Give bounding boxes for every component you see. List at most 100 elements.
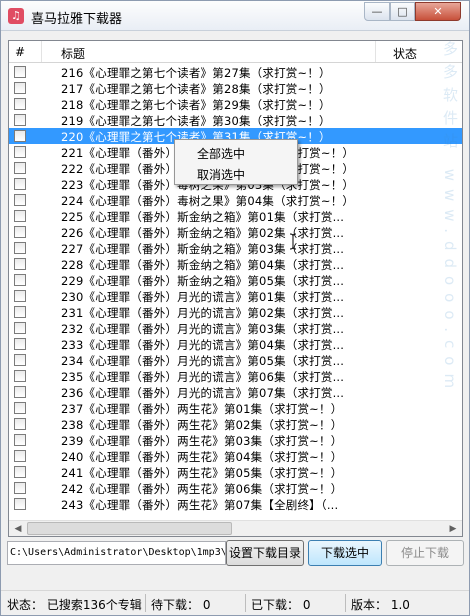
list-item[interactable]: 240《心理罪（番外）两生花》第04集（求打赏~！） (9, 448, 462, 464)
list-item[interactable]: 234《心理罪（番外）月光的谎言》第05集（求打赏... (9, 352, 462, 368)
row-checkbox[interactable] (14, 306, 26, 318)
track-title: 232《心理罪（番外）月光的谎言》第03集（求打赏... (61, 322, 345, 336)
list-item[interactable]: 227《心理罪（番外）斯金纳之箱》第03集（求打赏... (9, 240, 462, 256)
row-checkbox[interactable] (14, 386, 26, 398)
row-checkbox[interactable] (14, 226, 26, 238)
column-header-status[interactable]: 状态 (393, 45, 417, 62)
row-checkbox[interactable] (14, 498, 26, 510)
version-text: 版本： 1.0 (351, 598, 410, 612)
scrollbar-thumb[interactable] (27, 522, 232, 535)
list-item[interactable]: 239《心理罪（番外）两生花》第03集（求打赏~！） (9, 432, 462, 448)
status-divider (345, 594, 346, 612)
close-icon: ✕ (433, 5, 443, 18)
track-title: 240《心理罪（番外）两生花》第04集（求打赏~！） (61, 450, 343, 464)
list-item[interactable]: 230《心理罪（番外）月光的谎言》第01集（求打赏... (9, 288, 462, 304)
track-title: 243《心理罪（番外）两生花》第07集【全剧终】（... (61, 498, 339, 512)
list-item[interactable]: 225《心理罪（番外）斯金纳之箱》第01集（求打赏... (9, 208, 462, 224)
list-item[interactable]: 228《心理罪（番外）斯金纳之箱》第04集（求打赏... (9, 256, 462, 272)
scroll-right-icon[interactable]: ▶ (445, 522, 461, 536)
menu-item-deselect[interactable]: 取消选中 (197, 166, 245, 183)
list-item[interactable]: 217《心理罪之第七个读者》第28集（求打赏~！） (9, 80, 462, 96)
row-checkbox[interactable] (14, 354, 26, 366)
text-cursor-icon (289, 233, 297, 250)
list-item[interactable]: 241《心理罪（番外）两生花》第05集（求打赏~！） (9, 464, 462, 480)
minimize-button[interactable]: — (364, 2, 390, 21)
list-item[interactable]: 238《心理罪（番外）两生花》第02集（求打赏~！） (9, 416, 462, 432)
row-checkbox[interactable] (14, 210, 26, 222)
title-bar[interactable]: 喜马拉雅下载器 — □ ✕ (1, 1, 469, 31)
row-checkbox[interactable] (14, 194, 26, 206)
column-divider[interactable] (41, 41, 42, 62)
list-item[interactable]: 233《心理罪（番外）月光的谎言》第04集（求打赏... (9, 336, 462, 352)
track-title: 219《心理罪之第七个读者》第30集（求打赏~！） (61, 114, 331, 128)
track-list[interactable]: # 标题 状态 216《心理罪之第七个读者》第27集（求打赏~！） 217《心理罪… (8, 40, 463, 537)
download-selected-button[interactable]: 下载选中 (308, 540, 382, 566)
list-item[interactable]: 236《心理罪（番外）月光的谎言》第07集（求打赏... (9, 384, 462, 400)
row-checkbox[interactable] (14, 434, 26, 446)
row-checkbox[interactable] (14, 98, 26, 110)
list-item[interactable]: 218《心理罪之第七个读者》第29集（求打赏~！） (9, 96, 462, 112)
list-item[interactable]: 219《心理罪之第七个读者》第30集（求打赏~！） (9, 112, 462, 128)
track-title: 216《心理罪之第七个读者》第27集（求打赏~！） (61, 66, 331, 80)
row-checkbox[interactable] (14, 482, 26, 494)
stop-download-button[interactable]: 停止下载 (386, 540, 464, 566)
row-checkbox[interactable] (14, 402, 26, 414)
list-item[interactable]: 237《心理罪（番外）两生花》第01集（求打赏~！） (9, 400, 462, 416)
column-header-index[interactable]: # (15, 45, 25, 59)
track-title: 235《心理罪（番外）月光的谎言》第06集（求打赏... (61, 370, 345, 384)
list-item[interactable]: 242《心理罪（番外）两生花》第06集（求打赏~！） (9, 480, 462, 496)
column-divider[interactable] (375, 41, 376, 62)
menu-item-select-all[interactable]: 全部选中 (197, 145, 245, 162)
download-path-field[interactable]: C:\Users\Administrator\Desktop\1mp3\ (7, 541, 226, 565)
list-item[interactable]: 224《心理罪（番外）毒树之果》第04集（求打赏~！） (9, 192, 462, 208)
row-checkbox[interactable] (14, 82, 26, 94)
app-window: 喜马拉雅下载器 — □ ✕ # 标题 状态 216《心理罪之第七个读者》第27集… (0, 0, 470, 616)
row-checkbox[interactable] (14, 178, 26, 190)
downloaded-count: 已下载： 0 (251, 598, 311, 612)
list-item[interactable]: 243《心理罪（番外）两生花》第07集【全剧终】（... (9, 496, 462, 512)
list-item[interactable]: 229《心理罪（番外）斯金纳之箱》第05集（求打赏... (9, 272, 462, 288)
track-title: 218《心理罪之第七个读者》第29集（求打赏~！） (61, 98, 331, 112)
row-checkbox[interactable] (14, 370, 26, 382)
track-title: 241《心理罪（番外）两生花》第05集（求打赏~！） (61, 466, 343, 480)
row-checkbox[interactable] (14, 290, 26, 302)
row-checkbox[interactable] (14, 274, 26, 286)
scroll-left-icon[interactable]: ◀ (10, 522, 26, 536)
maximize-icon: □ (397, 5, 408, 18)
track-title: 225《心理罪（番外）斯金纳之箱》第01集（求打赏... (61, 210, 345, 224)
horizontal-scrollbar[interactable]: ◀ ▶ (9, 520, 462, 536)
track-title: 237《心理罪（番外）两生花》第01集（求打赏~！） (61, 402, 343, 416)
track-title: 239《心理罪（番外）两生花》第03集（求打赏~！） (61, 434, 343, 448)
row-checkbox[interactable] (14, 146, 26, 158)
row-checkbox[interactable] (14, 450, 26, 462)
row-checkbox[interactable] (14, 114, 26, 126)
row-checkbox[interactable] (14, 258, 26, 270)
set-download-dir-button[interactable]: 设置下载目录 (226, 540, 304, 566)
row-checkbox[interactable] (14, 322, 26, 334)
row-checkbox[interactable] (14, 162, 26, 174)
column-header-title[interactable]: 标题 (61, 45, 85, 62)
list-item[interactable]: 232《心理罪（番外）月光的谎言》第03集（求打赏... (9, 320, 462, 336)
track-title: 227《心理罪（番外）斯金纳之箱》第03集（求打赏... (61, 242, 345, 256)
track-title: 238《心理罪（番外）两生花》第02集（求打赏~！） (61, 418, 343, 432)
list-item[interactable]: 235《心理罪（番外）月光的谎言》第06集（求打赏... (9, 368, 462, 384)
row-checkbox[interactable] (14, 418, 26, 430)
status-bar: 状态： 已搜索136个专辑 待下载： 0 已下载： 0 版本： 1.0 (1, 590, 469, 615)
track-title: 234《心理罪（番外）月光的谎言》第05集（求打赏... (61, 354, 345, 368)
track-title: 224《心理罪（番外）毒树之果》第04集（求打赏~！） (61, 194, 355, 208)
list-item[interactable]: 216《心理罪之第七个读者》第27集（求打赏~！） (9, 64, 462, 80)
row-checkbox[interactable] (14, 130, 26, 142)
list-item[interactable]: 226《心理罪（番外）斯金纳之箱》第02集（求打赏... (9, 224, 462, 240)
status-divider (145, 594, 146, 612)
close-button[interactable]: ✕ (415, 2, 461, 21)
pending-count: 待下载： 0 (151, 598, 211, 612)
row-checkbox[interactable] (14, 66, 26, 78)
list-item[interactable]: 231《心理罪（番外）月光的谎言》第02集（求打赏... (9, 304, 462, 320)
track-title: 231《心理罪（番外）月光的谎言》第02集（求打赏... (61, 306, 345, 320)
row-checkbox[interactable] (14, 466, 26, 478)
maximize-button[interactable]: □ (390, 2, 415, 21)
context-menu: 全部选中 取消选中 (174, 139, 298, 185)
row-checkbox[interactable] (14, 338, 26, 350)
row-checkbox[interactable] (14, 242, 26, 254)
track-title: 233《心理罪（番外）月光的谎言》第04集（求打赏... (61, 338, 345, 352)
